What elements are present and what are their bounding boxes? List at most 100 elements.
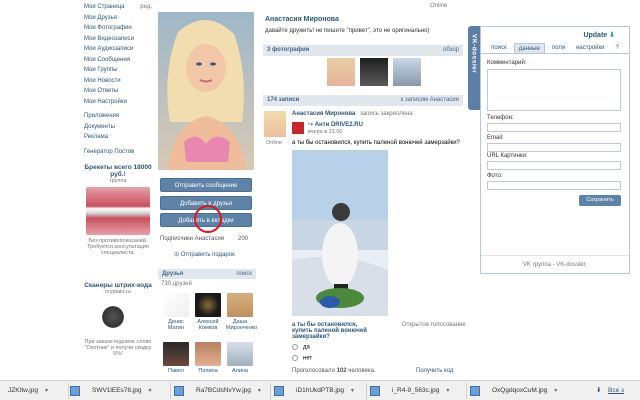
- tab-fields[interactable]: поля: [548, 43, 569, 53]
- gift-icon: ⊞: [174, 252, 180, 258]
- poll-option-yes[interactable]: да: [292, 344, 310, 351]
- download-item[interactable]: OxQgdqoxCuM.jpg ▾: [470, 384, 557, 398]
- nav-friends[interactable]: Мои Друзья: [84, 13, 152, 24]
- repost-time[interactable]: вчера в 21:00: [308, 129, 342, 135]
- friend-avatar[interactable]: [195, 293, 221, 317]
- tab-data[interactable]: данные: [513, 43, 545, 53]
- ad-braces[interactable]: Брекеты всего 18000 руб.! группа Без про…: [84, 164, 152, 256]
- post-author-avatar[interactable]: [264, 111, 286, 137]
- nav-ads[interactable]: Реклама: [84, 132, 152, 143]
- vk-dossier-tab[interactable]: VK-dossier: [468, 26, 480, 110]
- repost-source-name[interactable]: ↪ Анти DRIVE2.RU: [308, 121, 363, 128]
- followers-row[interactable]: Подписчики Анастасии 200: [160, 236, 254, 242]
- comment-label: Комментарий:: [487, 60, 527, 66]
- profile-photo[interactable]: [158, 12, 254, 170]
- followers-count: 200: [237, 236, 248, 242]
- comment-textarea[interactable]: [487, 69, 621, 111]
- posts-header[interactable]: 174 записи к записям Анастасии: [263, 95, 463, 106]
- photos-header[interactable]: 3 фотографии обзор: [263, 45, 463, 56]
- email-input[interactable]: [487, 143, 621, 152]
- download-item[interactable]: i_R4-9_563c.jpg ▾: [370, 384, 449, 398]
- poll-type: Открытое голосование: [402, 322, 466, 328]
- photo-thumb[interactable]: [393, 58, 421, 86]
- post-image[interactable]: [292, 150, 388, 316]
- download-filename: OxQgdqoxCuM.jpg: [492, 387, 548, 394]
- friend-item[interactable]: Полина: [194, 342, 222, 374]
- nav-my-page[interactable]: Моя Страница ред.: [84, 2, 152, 13]
- ad-image[interactable]: [86, 187, 150, 235]
- photos-overview-link[interactable]: обзор: [443, 45, 459, 56]
- chevron-down-icon[interactable]: ▾: [351, 384, 354, 398]
- nav-videos[interactable]: Мои Видеозаписи: [84, 34, 152, 45]
- friend-item[interactable]: Павел: [162, 342, 190, 374]
- friend-avatar[interactable]: [195, 342, 221, 366]
- friends-header-label: Друзья: [162, 271, 184, 277]
- photo-label: Фото:: [487, 173, 503, 179]
- ad-scanners[interactable]: Сканеры штрих-кода cryptakr.ru При заказ…: [84, 282, 152, 357]
- nav-post-generator[interactable]: Генератор Постов: [84, 147, 152, 158]
- chevron-down-icon[interactable]: ▾: [258, 384, 261, 398]
- phone-input[interactable]: [487, 123, 621, 132]
- friend-avatar[interactable]: [163, 342, 189, 366]
- online-status: Online: [430, 3, 448, 9]
- friend-avatar[interactable]: [227, 342, 253, 366]
- friend-name: Даша Миронченко: [226, 319, 258, 331]
- nav-label: Моя Страница: [84, 4, 125, 10]
- image-file-icon: [70, 386, 80, 396]
- chevron-down-icon[interactable]: ▾: [45, 384, 48, 398]
- poll-results-link[interactable]: Получить код: [416, 368, 453, 374]
- image-url-input[interactable]: [487, 161, 621, 170]
- nav-docs[interactable]: Документы: [84, 122, 152, 133]
- friend-item[interactable]: Алина: [226, 342, 254, 374]
- ad-image[interactable]: [93, 298, 143, 336]
- friend-name: Полина: [198, 368, 218, 374]
- profile-status[interactable]: давайте дружить! не пишите "привет", это…: [265, 28, 429, 34]
- nav-news[interactable]: Мои Новости: [84, 76, 152, 87]
- repost-source-avatar[interactable]: [292, 122, 304, 134]
- download-item[interactable]: JZKItw.jpg ▾: [0, 384, 48, 398]
- send-message-button[interactable]: Отправить сообщение: [160, 178, 252, 192]
- nav-groups[interactable]: Мои Группы: [84, 65, 152, 76]
- send-gift-link[interactable]: ⊞ Отправить подарок: [174, 251, 235, 258]
- photo-thumb[interactable]: [360, 58, 388, 86]
- friend-item[interactable]: Даша Миронченко: [226, 293, 258, 331]
- divider: [466, 383, 467, 399]
- friend-avatar[interactable]: [163, 293, 189, 317]
- friend-item[interactable]: Алексей Комков: [194, 293, 222, 331]
- tab-settings[interactable]: настройки: [572, 43, 608, 53]
- radio-icon[interactable]: [292, 344, 298, 350]
- chevron-down-icon[interactable]: ▾: [148, 384, 151, 398]
- posts-link[interactable]: к записям Анастасии: [401, 95, 459, 106]
- save-button[interactable]: Сохранить: [579, 195, 621, 206]
- friends-search-link[interactable]: поиск: [236, 269, 252, 279]
- photo-thumb[interactable]: [327, 58, 355, 86]
- divider: [68, 383, 69, 399]
- chevron-down-icon[interactable]: ▾: [446, 384, 449, 398]
- edit-link[interactable]: ред.: [140, 2, 152, 13]
- ad-title[interactable]: Брекеты всего 18000 руб.!: [84, 164, 152, 178]
- poll-option-no[interactable]: нет: [292, 355, 312, 362]
- nav-answers[interactable]: Мои Ответы: [84, 86, 152, 97]
- show-all-downloads[interactable]: ⬇ Все з: [594, 384, 624, 398]
- friend-avatar[interactable]: [227, 293, 253, 317]
- nav-messages[interactable]: Мои Сообщения: [84, 55, 152, 66]
- radio-icon[interactable]: [292, 355, 298, 361]
- nav-photos[interactable]: Мои Фотографии: [84, 23, 152, 34]
- nav-apps[interactable]: Приложения: [84, 111, 152, 122]
- nav-settings[interactable]: Мои Настройки: [84, 97, 152, 108]
- widget-footer[interactable]: VK группа - VK-dossier.: [481, 262, 629, 268]
- update-link[interactable]: Update ⬇: [583, 31, 615, 39]
- friends-header[interactable]: Друзья поиск: [158, 269, 256, 279]
- post-author-name[interactable]: Анастасия Миронова: [292, 111, 355, 117]
- ad-subtitle: cryptakr.ru: [105, 289, 131, 295]
- download-item[interactable]: SWV1lEEs78.jpg ▾: [70, 384, 152, 398]
- ad-title[interactable]: Сканеры штрих-кода: [84, 282, 152, 289]
- help-link[interactable]: ?: [611, 43, 622, 53]
- friend-item[interactable]: Денис Матин: [162, 293, 190, 331]
- nav-audio[interactable]: Мои Аудиозаписи: [84, 44, 152, 55]
- chevron-down-icon[interactable]: ▾: [554, 384, 557, 398]
- download-item[interactable]: Ra7BCdsNvYw.jpg ▾: [174, 384, 261, 398]
- tab-search[interactable]: поиск: [487, 43, 511, 53]
- download-item[interactable]: iD1hUkdPTB.jpg ▾: [274, 384, 354, 398]
- photo-input[interactable]: [487, 181, 621, 190]
